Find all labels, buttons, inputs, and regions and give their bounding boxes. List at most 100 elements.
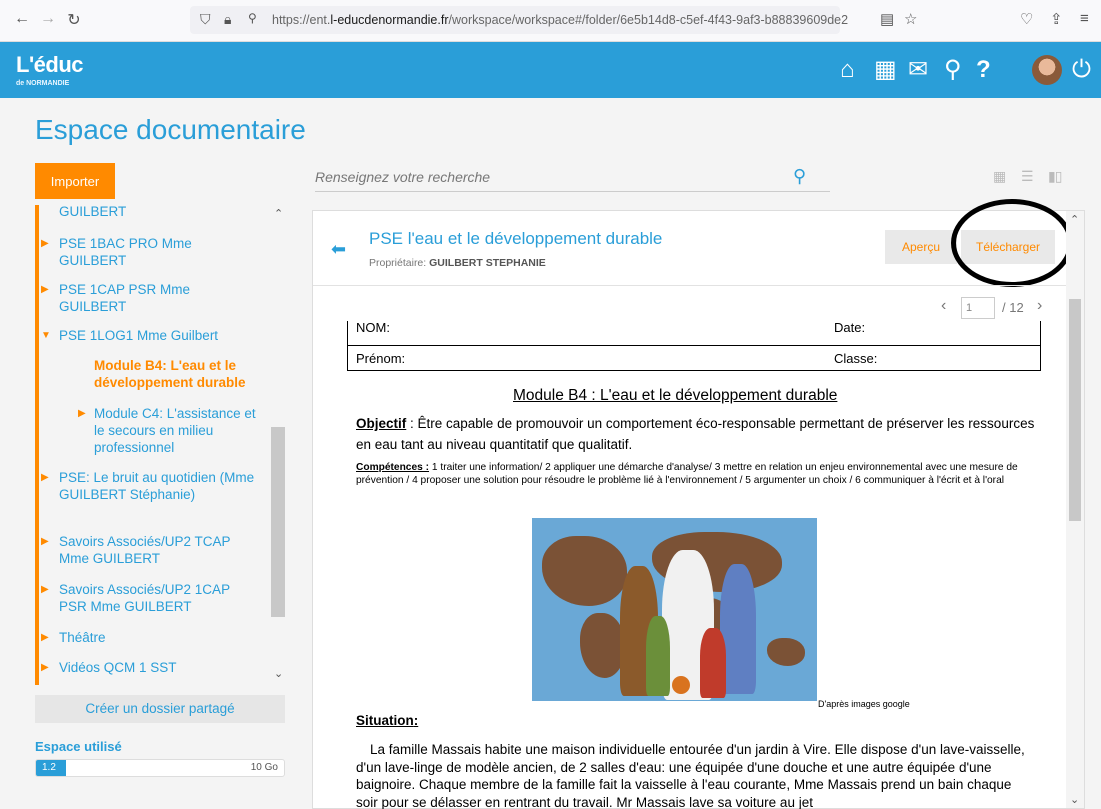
objective-label: Objectif bbox=[356, 416, 407, 431]
tree-item-label: PSE 1LOG1 Mme Guilbert bbox=[59, 328, 219, 343]
tree-item-label: Savoirs Associés/UP2 1CAP PSR Mme GUILBE… bbox=[59, 582, 230, 614]
nom-label: NOM: bbox=[356, 320, 390, 335]
preview-button[interactable]: Aperçu bbox=[885, 230, 957, 264]
permissions-icon[interactable]: ⚲ bbox=[248, 11, 257, 25]
tree-item[interactable]: GUILBERT bbox=[59, 205, 259, 220]
browser-toolbar: ← → ↻ ⛉ 🔒︎ ⚲ https://ent.l-educdenormand… bbox=[0, 0, 1101, 42]
situation-heading: Situation: bbox=[356, 713, 418, 728]
back-arrow-icon[interactable]: ⬅ bbox=[331, 239, 346, 260]
tree-item-label: Vidéos QCM 1 SST bbox=[59, 660, 177, 675]
owner-name: GUILBERT STEPHANIE bbox=[429, 257, 546, 269]
tree-item[interactable]: ▶ Module C4: L'assistance et le secours e… bbox=[78, 405, 264, 456]
caret-right-icon[interactable]: ▶ bbox=[41, 281, 49, 298]
storage-title: Espace utilisé bbox=[35, 739, 122, 754]
user-avatar[interactable] bbox=[1032, 55, 1062, 85]
owner-label: Propriétaire: bbox=[369, 257, 427, 269]
storage-bar: 1.2 10 Go bbox=[35, 759, 285, 777]
tree-item-label: Module C4: L'assistance et le secours en… bbox=[94, 406, 256, 455]
image-credit: D'après images google bbox=[818, 699, 910, 709]
student-info-table: NOM: Date: Prénom: Classe: bbox=[347, 320, 1041, 371]
tree-item[interactable]: ▶ PSE 1CAP PSR Mme GUILBERT bbox=[41, 281, 259, 315]
caret-right-icon[interactable]: ▶ bbox=[41, 659, 49, 676]
tree-item[interactable]: ▶ PSE: Le bruit au quotidien (Mme GUILBER… bbox=[41, 469, 259, 503]
search-box: ⚲ bbox=[315, 164, 830, 192]
caret-right-icon[interactable]: ▶ bbox=[78, 405, 86, 422]
power-icon[interactable]: ⏻ bbox=[1072, 56, 1091, 84]
tree-item-label: PSE 1CAP PSR Mme GUILBERT bbox=[59, 282, 191, 314]
objective-paragraph: Objectif : Être capable de promouvoir un… bbox=[356, 413, 1046, 455]
tree-item-label: PSE: Le bruit au quotidien (Mme GUILBERT… bbox=[59, 470, 255, 502]
search-icon[interactable]: ⚲ bbox=[793, 166, 806, 187]
apps-grid-icon[interactable]: ▦ bbox=[874, 56, 897, 84]
shield-icon[interactable]: ⛉ bbox=[200, 11, 211, 28]
tree-item[interactable]: ▶ Savoirs Associés/UP2 1CAP PSR Mme GUILB… bbox=[41, 581, 259, 615]
tree-item-active[interactable]: Module B4: L'eau et le développement dur… bbox=[94, 357, 264, 391]
chevron-up-icon[interactable]: ⌃ bbox=[1070, 213, 1079, 226]
storage-used-value: 1.2 bbox=[42, 762, 56, 773]
objective-text: : Être capable de promouvoir un comporte… bbox=[356, 416, 1035, 452]
tree-item[interactable]: ▶ Savoirs Associés/UP2 TCAP Mme GUILBERT bbox=[41, 533, 259, 567]
family-world-map-image bbox=[532, 518, 817, 701]
tree-item-label: Théâtre bbox=[59, 630, 106, 645]
caret-right-icon[interactable]: ▶ bbox=[41, 469, 49, 486]
classe-label: Classe: bbox=[834, 351, 878, 366]
create-shared-folder-button[interactable]: Créer un dossier partagé bbox=[35, 695, 285, 723]
document-scroll-thumb[interactable] bbox=[1069, 299, 1081, 521]
lock-icon[interactable]: 🔒︎ bbox=[224, 11, 231, 28]
tree-item[interactable]: ▶ Théâtre bbox=[41, 629, 259, 646]
skills-label: Compétences : bbox=[356, 462, 430, 473]
tree-item[interactable]: ▶ PSE 1BAC PRO Mme GUILBERT bbox=[41, 235, 259, 269]
tree-scroll-thumb[interactable] bbox=[271, 427, 285, 617]
back-icon[interactable]: ← bbox=[12, 10, 32, 28]
situation-paragraph: La famille Massais habite une maison ind… bbox=[356, 742, 1025, 809]
tree-item-label: PSE 1BAC PRO Mme GUILBERT bbox=[59, 236, 192, 268]
tree-item-label: GUILBERT bbox=[59, 205, 127, 219]
chevron-up-icon[interactable]: ⌃ bbox=[274, 207, 283, 220]
forward-icon[interactable]: → bbox=[38, 10, 58, 28]
url-text[interactable]: https://ent.l-educdenormandie.fr/workspa… bbox=[272, 13, 848, 27]
app-logo[interactable]: L'éduc bbox=[16, 52, 84, 78]
previous-page-icon[interactable]: ‹ bbox=[941, 297, 946, 315]
app-logo-subtitle: de NORMANDIE bbox=[16, 80, 70, 87]
pocket-icon[interactable]: ♡ bbox=[1020, 10, 1033, 28]
file-viewer: ⬅ PSE l'eau et le développement durable … bbox=[312, 199, 1085, 809]
import-button[interactable]: Importer bbox=[35, 163, 115, 199]
download-button[interactable]: Télécharger bbox=[961, 230, 1055, 264]
bookmark-star-icon[interactable]: ☆ bbox=[904, 10, 917, 28]
view-carousel-icon[interactable]: ▮▯ bbox=[1048, 168, 1062, 185]
file-title: PSE l'eau et le développement durable bbox=[369, 229, 663, 248]
folder-tree: GUILBERT ▶ PSE 1BAC PRO Mme GUILBERT ▶ PSE… bbox=[35, 205, 285, 685]
skills-paragraph: Compétences : 1 traiter une information/… bbox=[356, 461, 1056, 487]
page-number-input[interactable] bbox=[961, 297, 995, 319]
panel-divider bbox=[313, 285, 1066, 286]
tree-item-expanded[interactable]: ▼ PSE 1LOG1 Mme Guilbert bbox=[41, 327, 259, 344]
app-header: L'éduc de NORMANDIE ⌂ ▦ ✉ ⚲ ? ⏻ bbox=[0, 42, 1101, 98]
tree-item-label: Module B4: L'eau et le développement dur… bbox=[94, 358, 246, 390]
view-grid-icon[interactable]: ▦ bbox=[993, 168, 1006, 185]
date-label: Date: bbox=[834, 320, 866, 335]
reader-view-icon[interactable]: ▤ bbox=[880, 10, 894, 28]
url-bar[interactable]: ⛉ 🔒︎ ⚲ https://ent.l-educdenormandie.fr/… bbox=[190, 6, 848, 34]
search-icon[interactable]: ⚲ bbox=[944, 56, 962, 84]
caret-down-icon[interactable]: ▼ bbox=[41, 327, 51, 344]
caret-right-icon[interactable]: ▶ bbox=[41, 581, 49, 598]
situation-label: Situation bbox=[356, 713, 414, 728]
search-input[interactable] bbox=[315, 164, 785, 190]
caret-right-icon[interactable]: ▶ bbox=[41, 629, 49, 646]
chevron-down-icon[interactable]: ⌄ bbox=[274, 667, 283, 680]
view-list-icon[interactable]: ☰ bbox=[1021, 168, 1034, 185]
tree-item[interactable]: ▶ Vidéos QCM 1 SST bbox=[41, 659, 259, 676]
caret-right-icon[interactable]: ▶ bbox=[41, 533, 49, 550]
tree-accent-bar bbox=[35, 205, 39, 685]
messages-icon[interactable]: ✉ bbox=[908, 56, 928, 84]
menu-icon[interactable]: ≡ bbox=[1080, 10, 1089, 27]
page-total: / 12 bbox=[1002, 300, 1024, 315]
table-divider bbox=[348, 345, 1040, 346]
help-icon[interactable]: ? bbox=[976, 56, 991, 84]
next-page-icon[interactable]: › bbox=[1037, 297, 1042, 315]
share-icon[interactable]: ⇪ bbox=[1050, 10, 1063, 28]
reload-icon[interactable]: ↻ bbox=[64, 10, 84, 30]
caret-right-icon[interactable]: ▶ bbox=[41, 235, 49, 252]
home-icon[interactable]: ⌂ bbox=[840, 56, 855, 84]
chevron-down-icon[interactable]: ⌄ bbox=[1070, 793, 1079, 806]
